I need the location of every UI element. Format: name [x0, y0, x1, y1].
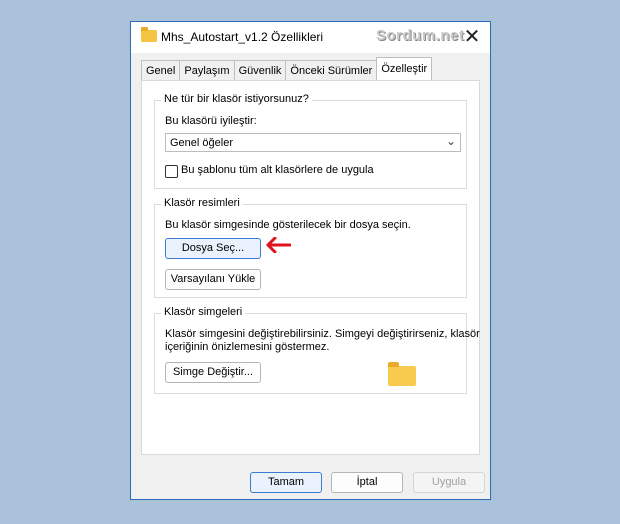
selected-option: Genel öğeler: [170, 137, 233, 149]
group-title: Ne tür bir klasör istiyorsunuz?: [161, 93, 312, 105]
restore-default-button[interactable]: Varsayılanı Yükle: [165, 269, 261, 290]
ok-button[interactable]: Tamam: [250, 472, 322, 493]
group-title: Klasör simgeleri: [161, 306, 246, 318]
tab-strip: Genel Paylaşım Güvenlik Önceki Sürümler …: [141, 57, 433, 82]
folder-type-select[interactable]: Genel öğeler ⌄: [165, 133, 461, 152]
folder-preview-icon: [388, 362, 416, 386]
red-arrow-annotation-icon: [266, 237, 291, 253]
icons-description-line2: içeriğinin önizlemesini göstermez.: [165, 341, 330, 353]
group-title: Klasör resimleri: [161, 197, 243, 209]
optimize-label: Bu klasörü iyileştir:: [165, 115, 257, 127]
cancel-button[interactable]: İptal: [331, 472, 403, 493]
folder-icon: [141, 27, 157, 42]
change-icon-button[interactable]: Simge Değiştir...: [165, 362, 261, 383]
apply-subfolders-checkbox[interactable]: [165, 165, 178, 178]
choose-file-button[interactable]: Dosya Seç...: [165, 238, 261, 259]
watermark-logo: Sordum.net: [376, 27, 465, 44]
folder-pictures-group: Klasör resimleri Bu klasör simgesinde gö…: [154, 197, 467, 298]
pictures-description: Bu klasör simgesinde gösterilecek bir do…: [165, 219, 411, 231]
apply-subfolders-label[interactable]: Bu şablonu tüm alt klasörlere de uygula: [181, 164, 374, 176]
tab-previous-versions[interactable]: Önceki Sürümler: [285, 60, 378, 81]
chevron-down-icon: ⌄: [445, 134, 456, 148]
close-icon[interactable]: ✕: [460, 25, 484, 49]
customize-panel: Ne tür bir klasör istiyorsunuz? Bu klasö…: [141, 80, 480, 455]
tab-general[interactable]: Genel: [141, 60, 181, 81]
folder-type-group: Ne tür bir klasör istiyorsunuz? Bu klasö…: [154, 93, 467, 189]
icons-description-line1: Klasör simgesini değiştirebilirsiniz. Si…: [165, 328, 480, 340]
tab-sharing[interactable]: Paylaşım: [179, 60, 235, 81]
folder-icons-group: Klasör simgeleri Klasör simgesini değişt…: [154, 306, 480, 394]
properties-dialog: Mhs_Autostart_v1.2 Özellikleri Sordum.ne…: [130, 21, 491, 500]
window-title: Mhs_Autostart_v1.2 Özellikleri: [161, 30, 324, 44]
tab-security[interactable]: Güvenlik: [233, 60, 287, 81]
title-bar[interactable]: Mhs_Autostart_v1.2 Özellikleri Sordum.ne…: [131, 22, 490, 53]
apply-button[interactable]: Uygula: [413, 472, 485, 493]
tab-customize[interactable]: Özelleştir: [376, 57, 433, 82]
